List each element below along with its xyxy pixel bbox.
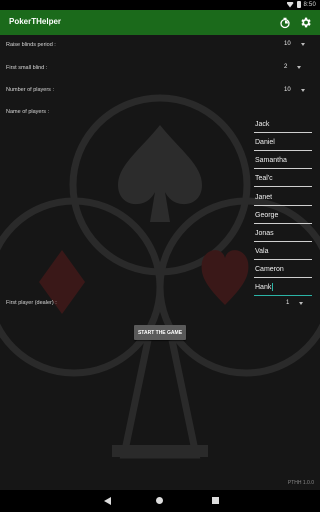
timer-icon[interactable] (277, 15, 292, 30)
player-name-field[interactable]: George (254, 211, 312, 224)
navigation-bar (0, 490, 320, 512)
first-player-spinner[interactable]: 1 (286, 300, 304, 306)
first-small-blind-label: First small blind : (6, 65, 48, 71)
name-of-players-label: Name of players : (6, 109, 50, 115)
back-icon[interactable] (104, 497, 111, 505)
player-name: Jack (255, 121, 270, 128)
player-name: Hank (255, 284, 272, 291)
player-name-field[interactable]: Vala (254, 247, 312, 260)
recent-apps-icon[interactable] (212, 497, 219, 504)
raise-blinds-value: 10 (284, 41, 291, 47)
battery-icon (296, 1, 301, 8)
dropdown-arrow-icon (300, 88, 305, 92)
first-player-label: First player (dealer) : (6, 300, 57, 306)
wifi-icon (286, 1, 294, 8)
club-logo-background (0, 94, 320, 459)
dropdown-arrow-icon (297, 65, 302, 69)
app-bar: PokerTHelper (0, 10, 320, 35)
player-name: Samantha (255, 157, 287, 164)
status-bar: 8:50 (0, 0, 320, 10)
player-name-field[interactable]: Daniel (254, 138, 312, 151)
player-name: Cameron (255, 266, 284, 273)
version-label: PTHH 1.0.0 (287, 480, 314, 486)
status-icons: 8:50 (286, 1, 316, 8)
number-of-players-spinner[interactable]: 10 (284, 87, 305, 93)
player-name-field-focused[interactable]: Hank (254, 283, 312, 296)
number-of-players-value: 10 (284, 87, 291, 93)
first-small-blind-value: 2 (284, 64, 288, 70)
player-name-field[interactable]: Teal'c (254, 174, 312, 187)
dropdown-arrow-icon (299, 301, 304, 305)
player-name: George (255, 212, 279, 219)
player-name-field[interactable]: Janet (254, 193, 312, 206)
player-name: Daniel (255, 139, 275, 146)
app-title: PokerTHelper (9, 17, 62, 26)
number-of-players-label: Number of players : (6, 87, 54, 93)
raise-blinds-label: Raise blinds period : (6, 42, 56, 48)
raise-blinds-spinner[interactable]: 10 (284, 41, 305, 47)
player-name: Teal'c (255, 175, 273, 182)
player-name: Jonas (255, 230, 274, 237)
player-name-field[interactable]: Jack (254, 120, 312, 133)
player-name: Janet (255, 194, 273, 201)
player-name-field[interactable]: Cameron (254, 265, 312, 278)
player-name-field[interactable]: Samantha (254, 156, 312, 169)
status-time: 8:50 (303, 1, 316, 8)
player-name-field[interactable]: Jonas (254, 229, 312, 242)
start-game-button[interactable]: START THE GAME (134, 325, 186, 340)
first-small-blind-spinner[interactable]: 2 (284, 64, 302, 70)
text-cursor (272, 283, 274, 292)
dropdown-arrow-icon (300, 42, 305, 46)
gear-icon[interactable] (298, 15, 313, 30)
first-player-value: 1 (286, 300, 290, 306)
player-name: Vala (255, 248, 269, 255)
home-icon[interactable] (156, 497, 163, 504)
